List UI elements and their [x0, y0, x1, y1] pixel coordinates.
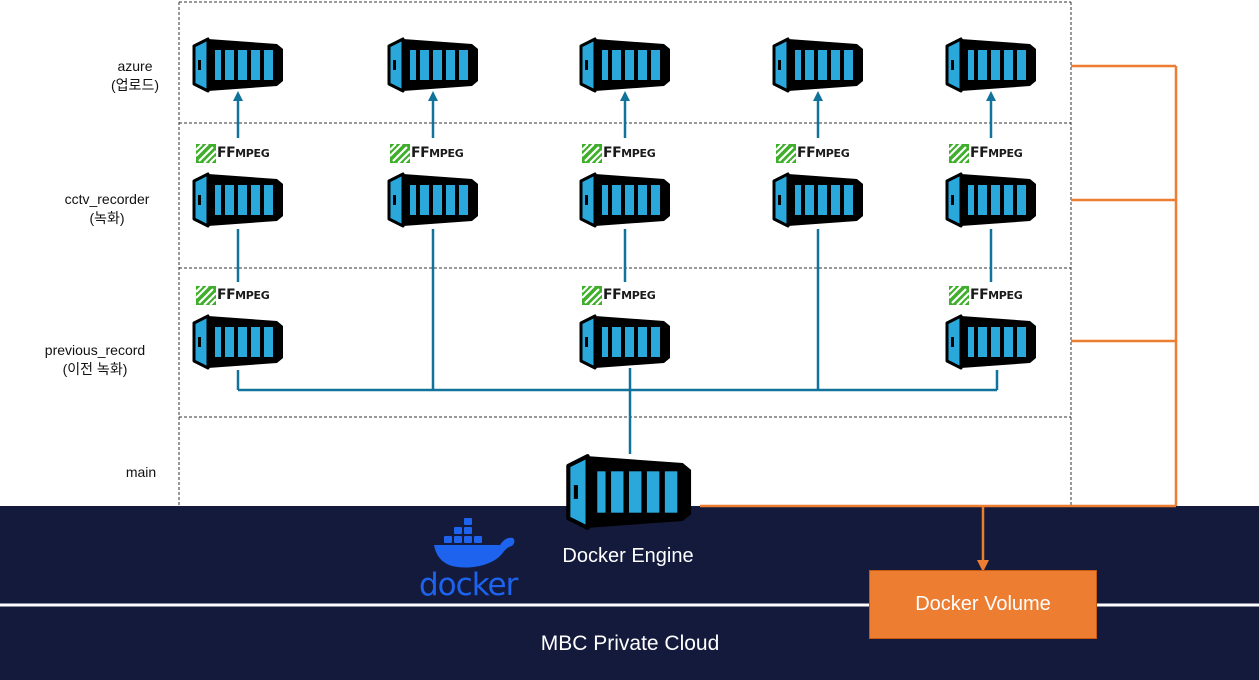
- container-icon: [771, 171, 865, 234]
- container-icon: [944, 313, 1038, 376]
- ffmpeg-logo: FFMPEG: [949, 285, 1023, 305]
- ffmpeg-logo: FFMPEG: [390, 143, 464, 163]
- container-icon: [578, 36, 672, 99]
- container-icon: [191, 171, 285, 234]
- row-label-previous-record: previous_record (이전 녹화): [10, 341, 180, 379]
- private-cloud-label: MBC Private Cloud: [540, 632, 720, 655]
- row-label-cctv-recorder: cctv_recorder (녹화): [22, 190, 192, 228]
- container-icon: [386, 171, 480, 234]
- docker-wordmark: docker: [419, 567, 518, 603]
- row-name: previous_record: [44, 342, 146, 358]
- row-label-main: main: [56, 463, 226, 482]
- docker-engine-label: Docker Engine: [562, 545, 694, 567]
- container-icon: [578, 313, 672, 376]
- ffmpeg-logo: FFMPEG: [582, 285, 656, 305]
- docker-whale-icon: [434, 518, 515, 568]
- ffmpeg-logo: FFMPEG: [196, 285, 270, 305]
- row-description: (녹화): [89, 210, 125, 226]
- ffmpeg-logo: FFMPEG: [949, 143, 1023, 163]
- container-icon: [386, 36, 480, 99]
- container-icon: [191, 36, 285, 99]
- container-icon: [944, 36, 1038, 99]
- container-icon: [578, 171, 672, 234]
- row-name: main: [125, 464, 157, 480]
- architecture-diagram: azure (업로드) cctv_recorder (녹화) previous_…: [0, 0, 1259, 680]
- row-name: cctv_recorder: [64, 191, 150, 207]
- ffmpeg-logo: FFMPEG: [582, 143, 656, 163]
- row-description: (이전 녹화): [62, 361, 128, 377]
- volume-links: [700, 64, 1178, 572]
- container-icon: [771, 36, 865, 99]
- main-container-icon: [557, 452, 701, 537]
- docker-volume-box: Docker Volume: [869, 570, 1097, 639]
- docker-volume-label: Docker Volume: [915, 593, 1051, 615]
- ffmpeg-logo: FFMPEG: [196, 143, 270, 163]
- container-icon: [191, 313, 285, 376]
- ffmpeg-logo: FFMPEG: [776, 143, 850, 163]
- container-icon: [944, 171, 1038, 234]
